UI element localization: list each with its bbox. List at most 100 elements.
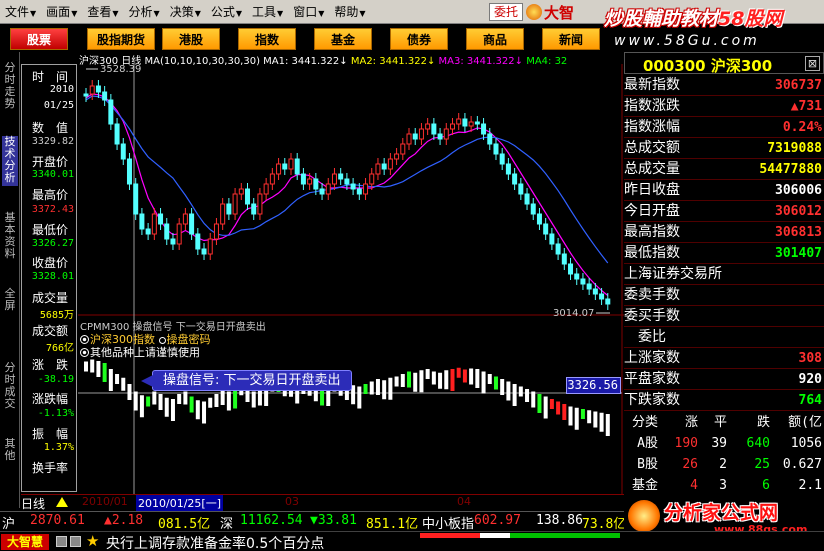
tab-index[interactable]: 指数 [238, 28, 296, 50]
radio-icon[interactable] [158, 337, 166, 344]
ticker-item: 602.97 [474, 513, 521, 528]
ticker-item: 138.86 [536, 513, 583, 528]
candle-body [568, 263, 574, 275]
menu-window[interactable]: 窗口▼ [288, 3, 329, 20]
signal-bar [593, 411, 598, 428]
candle-body [481, 123, 487, 135]
kline-chart[interactable]: 3528.39 [78, 64, 624, 494]
menu-formula[interactable]: 公式▼ [206, 3, 247, 20]
entrust-button[interactable]: 委托 [489, 3, 523, 21]
tab-index-futures[interactable]: 股指期货 [87, 28, 155, 50]
candle-body [605, 298, 611, 305]
signal-bar [469, 368, 474, 385]
dw-label-volume: 成交量 [31, 291, 68, 305]
candle-body [443, 128, 449, 140]
indicator-option-other[interactable]: 其他品种上请谨慎使用 [80, 344, 200, 360]
signal-bar [251, 391, 256, 408]
table-cell: 6 [762, 478, 770, 493]
nav-technical-analysis[interactable]: 技术分析 [2, 136, 18, 186]
nav-timeshare[interactable]: 分时走势 [2, 62, 18, 112]
candle-body [319, 188, 325, 195]
period-label[interactable]: 日线 [21, 495, 45, 512]
menu-help[interactable]: 帮助▼ [329, 3, 370, 20]
dw-value-volume: 5685万 [39, 310, 74, 321]
candle-body [344, 178, 350, 185]
table-cell: A股 [637, 436, 658, 451]
quote-row-label: 总成交额 [624, 140, 680, 156]
dw-value-open: 3340.01 [31, 169, 74, 180]
candle-body [102, 91, 108, 101]
site-logo-icon [628, 500, 660, 532]
candle-body [257, 193, 263, 215]
ticker-item: 沪 [2, 517, 16, 530]
timeline-cursor-date: 2010/01/25[一] [136, 495, 223, 511]
table-row: B股 26 2 25 0.627 [624, 455, 824, 475]
menu-screen[interactable]: 画面▼ [41, 3, 82, 20]
dw-value-time-date: 01/25 [43, 100, 74, 111]
tab-stocks[interactable]: 股票 [10, 28, 68, 50]
signal-bar [413, 372, 418, 392]
candle-body [505, 163, 511, 175]
candle-body [499, 153, 505, 165]
quote-row: 总成交量 54477880 [624, 159, 824, 180]
candle-body [369, 173, 375, 185]
quote-row: 最高指数 306813 [624, 222, 824, 243]
quote-row: 平盘家数 920 [624, 369, 824, 390]
brand-logo: 大智 [526, 2, 574, 22]
signal-bar [375, 379, 380, 395]
tab-commodities[interactable]: 商品 [466, 28, 524, 50]
candle-body [512, 173, 518, 185]
quote-row-value: 306012 [775, 204, 822, 219]
table-header-cell: 额(亿 [788, 415, 822, 430]
ticker-item: 2870.61 [30, 513, 85, 528]
quote-row-value: 306737 [775, 78, 822, 93]
table-row: A股 190 39 640 1056 [624, 434, 824, 454]
dw-label-close: 收盘价 [31, 256, 68, 270]
candle-body [375, 163, 381, 175]
menu-analysis[interactable]: 分析▼ [124, 3, 165, 20]
menu-file[interactable]: 文件▼ [0, 3, 41, 20]
tab-news[interactable]: 新闻 [542, 28, 600, 50]
candle-body [356, 188, 362, 195]
menu-tools[interactable]: 工具▼ [247, 3, 288, 20]
menu-decision[interactable]: 决策▼ [165, 3, 206, 20]
dzh-badge[interactable]: 大智慧 [1, 534, 49, 550]
radio-selected-icon[interactable] [80, 335, 89, 344]
nav-other[interactable]: 其他 [2, 438, 18, 464]
signal-bar [351, 385, 356, 405]
quote-row: 昨日收盘 306006 [624, 180, 824, 201]
signal-bar [195, 400, 200, 420]
signal-bar [183, 391, 188, 405]
candle-body [226, 203, 232, 215]
nav-fundamentals[interactable]: 基本资料 [2, 212, 18, 262]
tab-bonds[interactable]: 债券 [390, 28, 448, 50]
candle-body [120, 143, 126, 160]
next-news-button[interactable] [70, 536, 81, 547]
news-headline[interactable]: 央行上调存款准备金率0.5个百分点 [106, 533, 324, 551]
signal-bar [139, 395, 144, 418]
candle-body [300, 173, 306, 185]
signal-bar [500, 379, 505, 395]
tab-hk-stocks[interactable]: 港股 [162, 28, 220, 50]
menu-view[interactable]: 查看▼ [82, 3, 123, 20]
candle-body [592, 288, 598, 295]
signal-bar [369, 381, 374, 395]
quote-panel-header: 000300 沪深300 ⊠ [624, 52, 824, 75]
signal-bar [543, 396, 548, 419]
tab-funds[interactable]: 基金 [314, 28, 372, 50]
nav-timeshare-trades[interactable]: 分时成交 [2, 362, 18, 412]
nav-fullscreen[interactable]: 全屏 [2, 288, 18, 314]
prev-news-button[interactable] [56, 536, 67, 547]
candle-body [363, 183, 369, 195]
candle-body [580, 278, 586, 285]
ticker-item: 中小板指 [422, 517, 475, 530]
dw-value-amount: 766亿 [45, 343, 74, 354]
period-dropdown-icon[interactable] [56, 497, 68, 507]
radio-selected-icon[interactable] [80, 348, 89, 357]
table-cell: B股 [637, 457, 658, 472]
table-header-cell: 跌 [756, 415, 770, 430]
close-icon[interactable]: ⊠ [805, 56, 820, 71]
candle-body [95, 85, 101, 93]
quote-row: 上涨家数 308 [624, 348, 824, 369]
candle-body [487, 133, 493, 145]
